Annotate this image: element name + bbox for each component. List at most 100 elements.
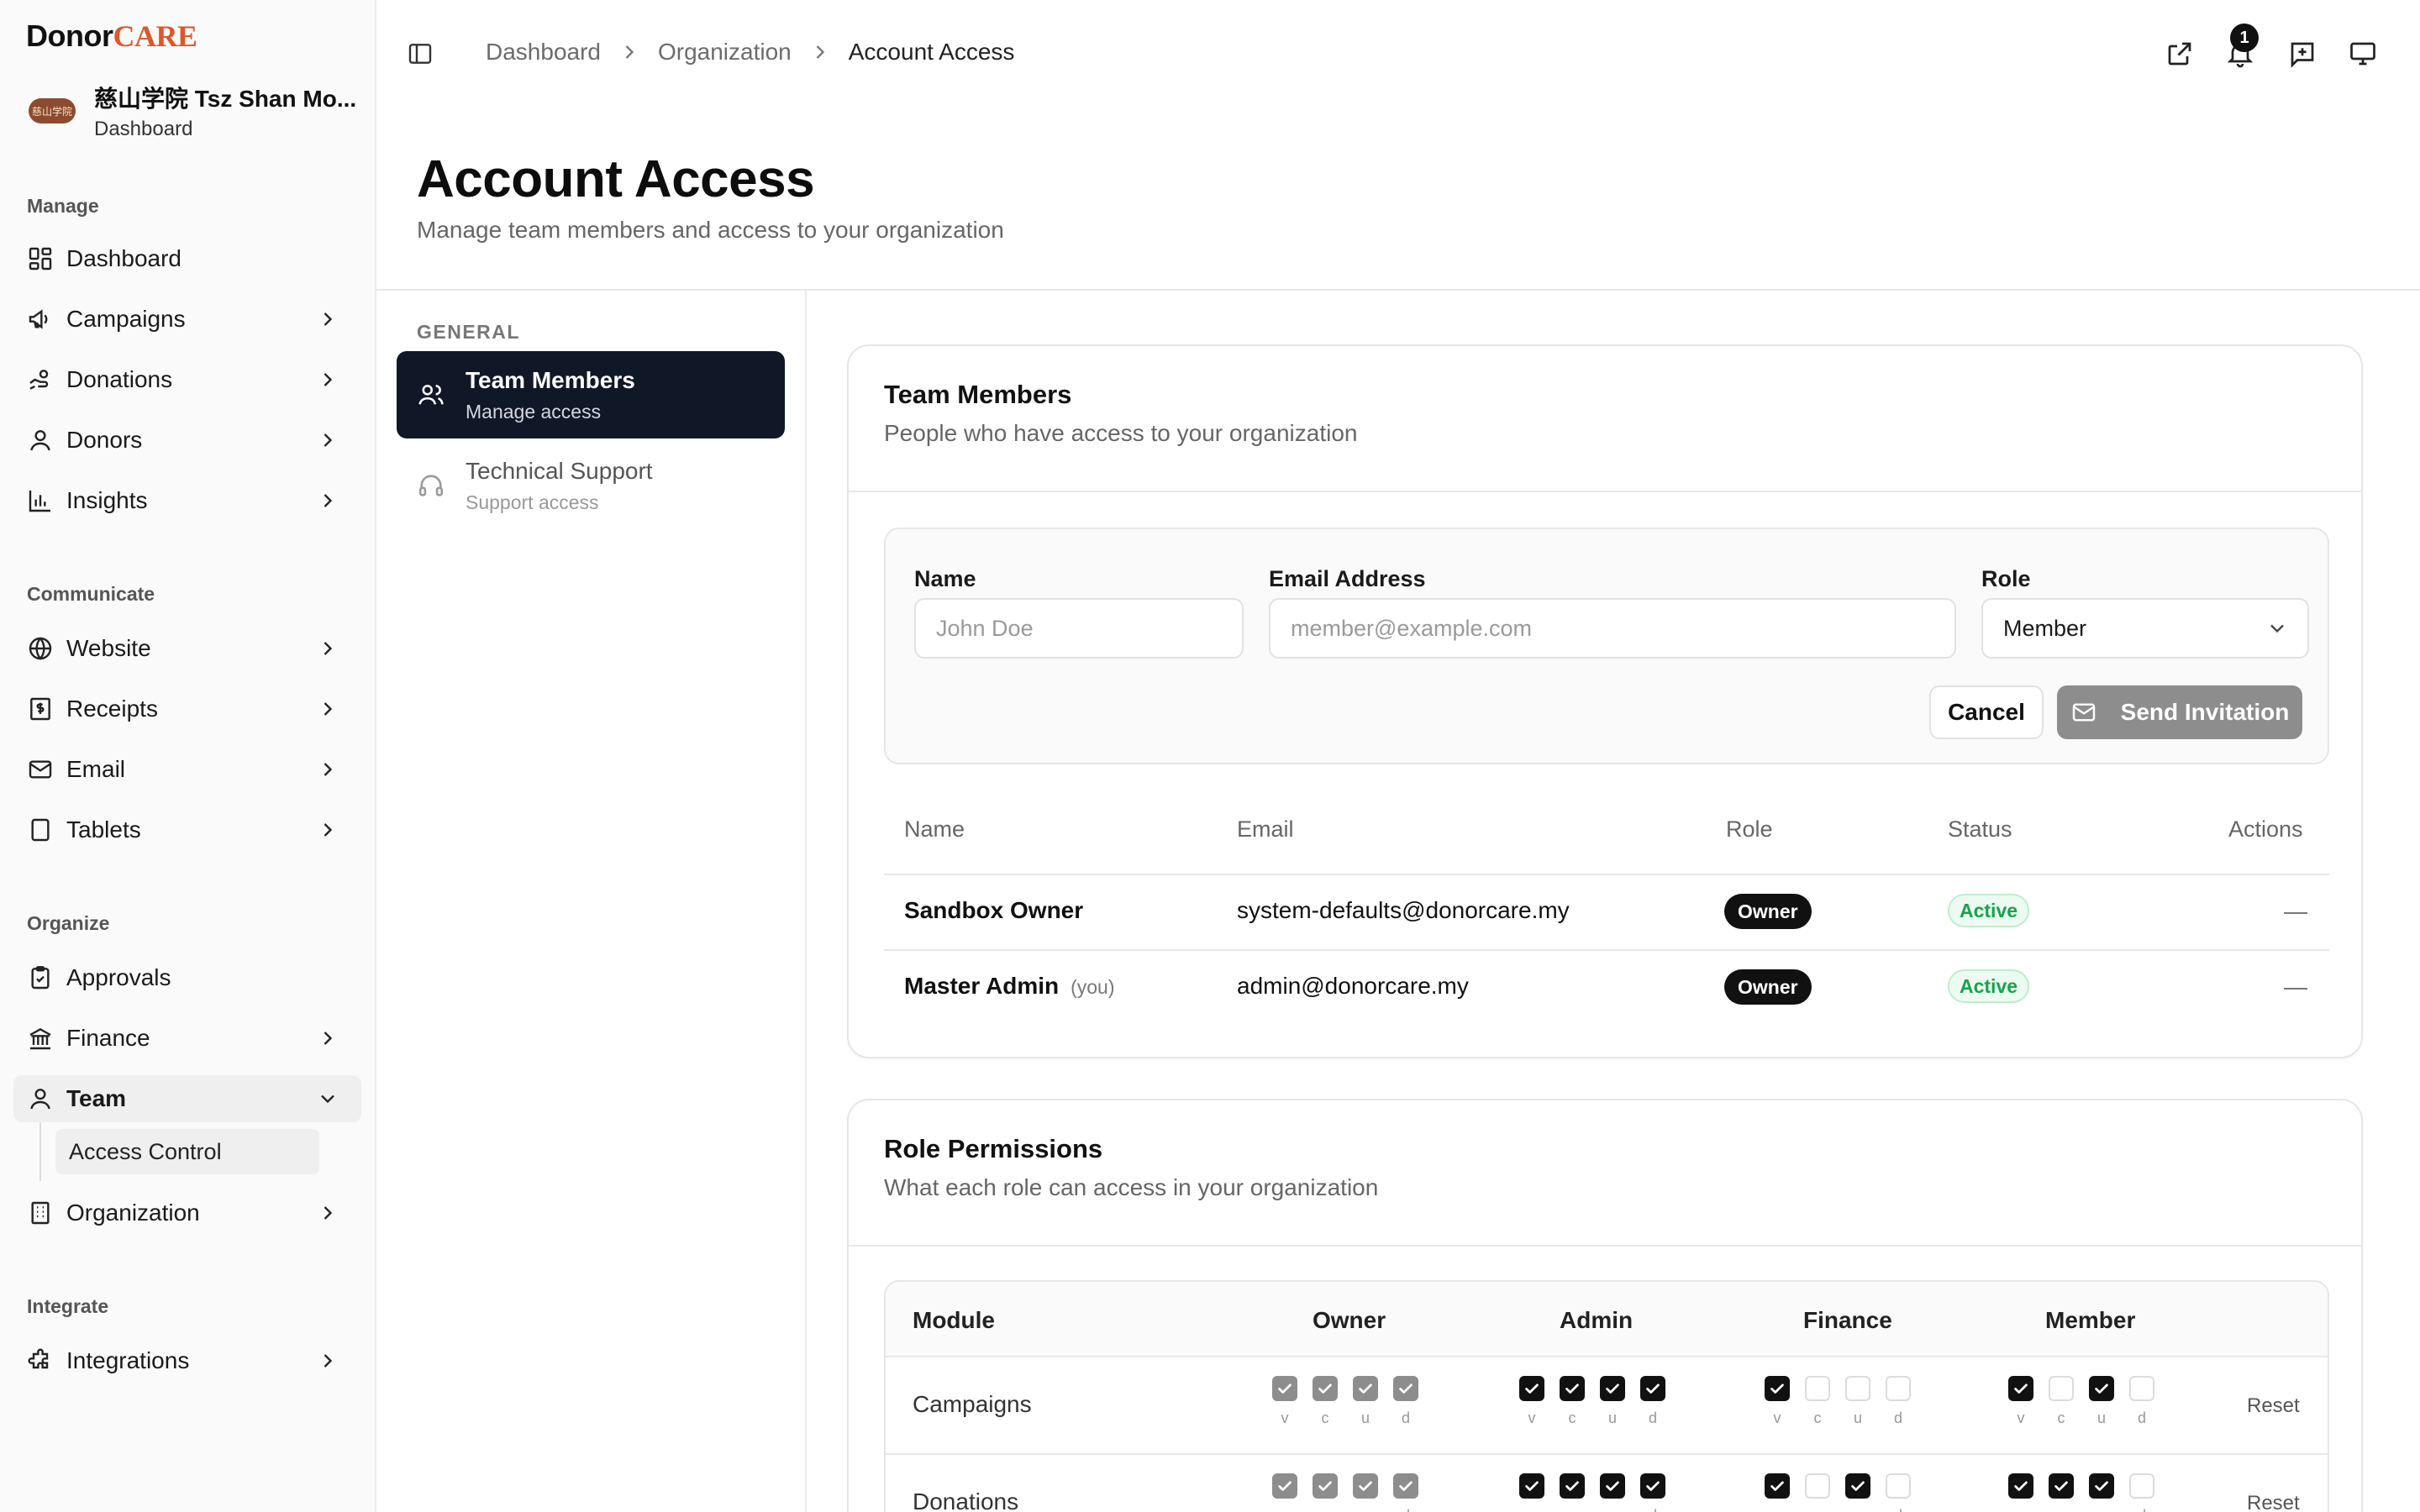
permission-checkbox-owner-v [1272,1376,1297,1401]
module-name: Donations [913,1488,1019,1512]
sidebar-subitem-access-control[interactable]: Access Control [55,1129,319,1174]
breadcrumb-dashboard[interactable]: Dashboard [486,39,601,66]
sidebar-item-tablets[interactable]: Tablets [13,806,361,853]
permission-letter: v [1272,1507,1297,1512]
message-plus-icon[interactable] [2287,39,2317,69]
sidebar-item-finance[interactable]: Finance [13,1015,361,1062]
permission-checkbox-finance-d[interactable] [1886,1473,1911,1499]
permission-checkbox-owner-u [1353,1473,1378,1499]
permission-checkbox-member-v[interactable] [2008,1473,2033,1499]
card-divider [849,1245,2361,1247]
chevron-right-icon [324,494,333,507]
page-title: Account Access [417,150,815,208]
external-link-icon[interactable] [2165,39,2195,69]
permission-checkbox-finance-d[interactable] [1886,1376,1911,1401]
permission-checkbox-finance-v[interactable] [1765,1376,1790,1401]
permission-letter: d [1648,1410,1657,1426]
sidebar-item-insights[interactable]: Insights [13,477,361,524]
sidebar-item-label: Organization [66,1200,200,1226]
permission-checkbox-admin-u[interactable] [1600,1473,1625,1499]
brand-part2: CARE [113,19,197,53]
member-email: system-defaults@donorcare.my [1237,897,1570,923]
email-input[interactable]: member@example.com [1269,598,1956,659]
sidebar-item-donations[interactable]: Donations [13,356,361,403]
sidebar-item-label: Integrations [66,1347,190,1373]
permission-checkbox-admin-c[interactable] [1560,1473,1585,1499]
permission-checkbox-owner-c [1313,1473,1338,1499]
permission-checkbox-member-v[interactable] [2008,1376,2033,1401]
permission-letter: u [1845,1507,1870,1512]
sidebar-item-donors[interactable]: Donors [13,417,361,464]
breadcrumb: Dashboard Organization Account Access [486,39,1014,66]
sidebar-item-dashboard[interactable]: Dashboard [13,235,361,282]
puzzle-icon [28,1348,49,1369]
permission-checkbox-admin-d[interactable] [1640,1376,1665,1401]
permission-letter: v [1773,1410,1781,1426]
col-header-status: Status [1948,816,2012,842]
permission-checkbox-finance-c[interactable] [1805,1473,1830,1499]
permission-checkbox-admin-v[interactable] [1519,1376,1544,1401]
sidebar-item-label: Email [66,756,126,782]
permission-checkbox-finance-u[interactable] [1845,1473,1870,1499]
org-switcher[interactable]: 慈山学院 慈山学院 Tsz Shan Mo... Dashboard [29,81,356,141]
sidebar-item-email[interactable]: Email [13,746,361,793]
subnav-section-label: GENERAL [417,321,520,343]
status-badge: Active [1948,969,2030,1003]
row-divider [886,1453,2328,1455]
permission-checkbox-member-c[interactable] [2049,1473,2074,1499]
email-label: Email Address [1269,566,1426,591]
name-input[interactable]: John Doe [914,598,1244,659]
sidebar-item-label: Website [66,635,151,661]
permission-checkbox-admin-v[interactable] [1519,1473,1544,1499]
permission-checkbox-admin-u[interactable] [1600,1376,1625,1401]
team-members-card: Team Members People who have access to y… [847,344,2363,1058]
member-name: Sandbox Owner [904,897,1084,923]
sidebar: DonorCARE 慈山学院 慈山学院 Tsz Shan Mo... Dashb… [0,0,376,1512]
permission-checkbox-member-d[interactable] [2129,1473,2154,1499]
cancel-button[interactable]: Cancel [1929,685,2044,739]
sidebar-item-receipts[interactable]: Receipts [13,685,361,732]
brand-logo[interactable]: DonorCARE [26,18,197,54]
sidebar-item-approvals[interactable]: Approvals [13,954,361,1001]
reset-button[interactable]: Reset [2247,1394,2300,1418]
col-header-name: Name [904,816,965,842]
org-avatar-text: 慈山学院 [29,98,76,123]
permission-checkbox-admin-d[interactable] [1640,1473,1665,1499]
page-subtitle: Manage team members and access to your o… [417,217,1004,243]
permission-checkbox-finance-c[interactable] [1805,1376,1830,1401]
permission-letter: u [1600,1507,1625,1512]
permission-letter: u [1853,1410,1862,1426]
sidebar-item-team[interactable]: Team [13,1075,361,1122]
sidebar-item-website[interactable]: Website [13,625,361,672]
role-select[interactable]: Member [1981,598,2309,659]
sidebar-item-integrations[interactable]: Integrations [13,1337,361,1384]
sidebar-toggle-icon[interactable] [407,40,434,67]
row-divider [884,949,2329,951]
col-header-module: Module [913,1307,995,1333]
permission-checkbox-member-d[interactable] [2129,1376,2154,1401]
role-badge: Owner [1724,969,1812,1005]
permission-checkbox-owner-d [1393,1376,1418,1401]
send-invitation-button[interactable]: Send Invitation [2057,685,2302,739]
permission-letter: c [1560,1507,1585,1512]
row-divider [884,874,2329,875]
breadcrumb-organization[interactable]: Organization [658,39,792,66]
monitor-icon[interactable] [2348,39,2378,69]
permission-checkbox-finance-v[interactable] [1765,1473,1790,1499]
sidebar-item-organization[interactable]: Organization [13,1189,361,1236]
permission-checkbox-member-c[interactable] [2049,1376,2074,1401]
sidebar-item-campaigns[interactable]: Campaigns [13,296,361,343]
permission-checkbox-member-u[interactable] [2089,1376,2114,1401]
receipt-icon [30,697,50,721]
subnav-item-team-members[interactable]: Team Members Manage access [397,351,785,438]
permission-letter: u [2089,1507,2114,1512]
building-icon [31,1201,50,1225]
sidebar-item-label: Receipts [66,696,158,722]
permission-checkbox-admin-c[interactable] [1560,1376,1585,1401]
permission-letter: v [2017,1410,2025,1426]
permission-checkbox-finance-u[interactable] [1845,1376,1870,1401]
reset-button[interactable]: Reset [2247,1492,2300,1512]
subnav-item-technical-support[interactable]: Technical Support Support access [397,442,785,529]
permission-checkbox-member-u[interactable] [2089,1473,2114,1499]
subnav-item-sub: Manage access [466,400,602,423]
